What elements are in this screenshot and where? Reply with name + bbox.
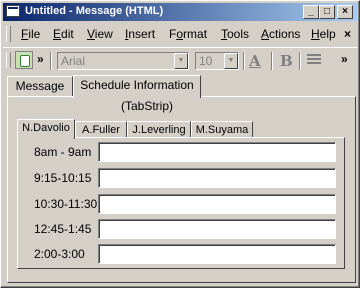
message-app-icon[interactable] bbox=[6, 5, 20, 17]
menu-edit[interactable]: Edit bbox=[53, 27, 74, 41]
close-button[interactable]: × bbox=[337, 5, 353, 19]
toolbar-separator bbox=[243, 52, 245, 70]
menubar-close-icon[interactable]: × bbox=[344, 27, 351, 41]
slot-label: 12:45-1:45 bbox=[34, 222, 92, 236]
slot-2-00-3-00-field[interactable] bbox=[98, 244, 336, 264]
form-design-icon[interactable] bbox=[15, 51, 33, 69]
toolbar-more-icon[interactable]: » bbox=[37, 52, 44, 66]
message-window: Untitled - Message (HTML) _ □ × File Edi… bbox=[0, 0, 360, 288]
toolbar-separator bbox=[271, 52, 273, 70]
font-size-combo[interactable]: 10 ▼ bbox=[195, 52, 239, 70]
slot-label: 8am - 9am bbox=[34, 145, 92, 159]
chevron-down-icon[interactable]: ▼ bbox=[224, 53, 238, 69]
menu-view[interactable]: View bbox=[87, 27, 113, 41]
tab-schedule-information[interactable]: Schedule Information bbox=[73, 75, 201, 98]
menu-tools[interactable]: Tools bbox=[221, 27, 249, 41]
font-size-value: 10 bbox=[199, 54, 213, 68]
toolbar-separator bbox=[50, 52, 52, 70]
menu-format[interactable]: Format bbox=[169, 27, 207, 41]
toolbar-separator bbox=[299, 52, 301, 70]
window-title: Untitled - Message (HTML) bbox=[25, 5, 164, 17]
font-name-combo[interactable]: Arial ▼ bbox=[57, 52, 189, 70]
formatting-toolbar: » Arial ▼ 10 ▼ A B » bbox=[3, 47, 357, 74]
maximize-button[interactable]: □ bbox=[319, 5, 335, 19]
menubar-grip[interactable] bbox=[6, 26, 11, 42]
bold-icon[interactable]: B bbox=[280, 52, 293, 70]
slot-label: 10:30-11:30 bbox=[34, 197, 98, 211]
tabstrip-caption: (TabStrip) bbox=[121, 99, 174, 113]
tab-message[interactable]: Message bbox=[7, 76, 73, 97]
slot-10-30-11-30-field[interactable] bbox=[98, 194, 336, 214]
menu-file[interactable]: File bbox=[21, 27, 40, 41]
tab-n-davolio[interactable]: N.Davolio bbox=[17, 119, 75, 139]
title-bar[interactable]: Untitled - Message (HTML) _ □ × bbox=[3, 3, 357, 21]
menu-help[interactable]: Help bbox=[311, 27, 336, 41]
slot-label: 9:15-10:15 bbox=[34, 171, 92, 185]
minimize-button[interactable]: _ bbox=[303, 5, 319, 19]
slot-label: 2:00-3:00 bbox=[34, 247, 85, 261]
menu-bar: File Edit View Insert Format Tools Actio… bbox=[3, 23, 357, 45]
bullets-icon[interactable] bbox=[307, 54, 321, 66]
toolbar-overflow-icon[interactable]: » bbox=[341, 52, 348, 66]
menu-actions[interactable]: Actions bbox=[261, 27, 300, 41]
font-name-value: Arial bbox=[61, 54, 86, 68]
slot-9-15-10-15-field[interactable] bbox=[98, 168, 336, 188]
form-area: Message Schedule Information (TabStrip) … bbox=[3, 75, 357, 285]
slot-8am-9am-field[interactable] bbox=[98, 142, 336, 162]
tabstrip-panel: 8am - 9am 9:15-10:15 10:30-11:30 12:45-1… bbox=[17, 137, 345, 269]
toolbar-grip[interactable] bbox=[6, 52, 11, 68]
font-color-icon[interactable]: A bbox=[249, 52, 261, 70]
chevron-down-icon[interactable]: ▼ bbox=[174, 53, 188, 69]
slot-12-45-1-45-field[interactable] bbox=[98, 219, 336, 239]
menu-insert[interactable]: Insert bbox=[125, 27, 155, 41]
